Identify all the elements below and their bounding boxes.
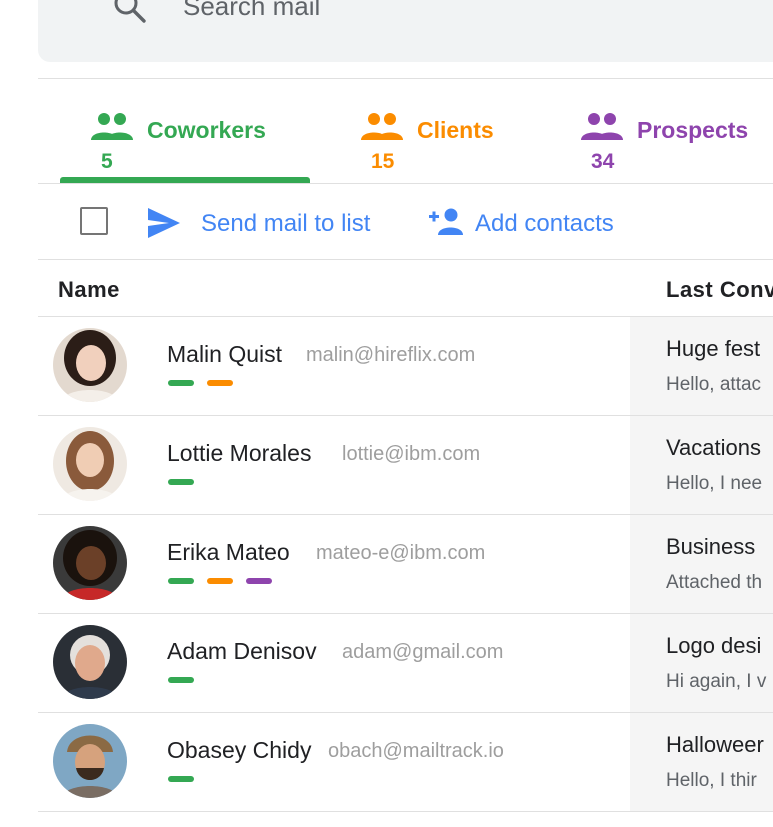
conversation-subject: Halloweer <box>666 732 764 757</box>
conversation-cell <box>630 416 773 514</box>
select-all-checkbox[interactable] <box>80 207 108 235</box>
conversation-subject: Huge fest <box>666 336 761 361</box>
add-person-icon <box>429 208 463 235</box>
coworker-tag <box>168 776 194 782</box>
table-row[interactable]: Erika Mateo mateo-e@ibm.com Business Att… <box>38 515 773 614</box>
avatar <box>53 427 127 501</box>
contact-name: Obasey Chidy <box>167 737 312 763</box>
divider <box>38 259 773 260</box>
tab-count: 34 <box>591 150 615 173</box>
conversation-snippet: Hello, I thir <box>666 770 757 791</box>
conversation-snippet: Attached th <box>666 572 763 593</box>
tab-count: 5 <box>101 150 113 173</box>
contact-email: mateo-e@ibm.com <box>316 542 486 564</box>
avatar <box>53 328 127 402</box>
contact-name: Adam Denisov <box>167 638 317 664</box>
conversation-subject: Vacations <box>666 435 761 460</box>
tab-label: Clients <box>417 117 494 143</box>
people-icon <box>581 113 623 140</box>
conversation-snippet: Hello, I nee <box>666 473 763 494</box>
add-contacts-button[interactable]: Add contacts <box>429 205 644 241</box>
conversation-cell <box>630 713 773 811</box>
send-icon <box>148 208 180 238</box>
column-header-name[interactable]: Name <box>58 277 120 303</box>
people-icon <box>91 113 133 140</box>
search-bar[interactable] <box>38 0 773 62</box>
add-contacts-label: Add contacts <box>475 210 614 237</box>
avatar <box>53 724 127 798</box>
tab-label: Prospects <box>637 117 749 143</box>
tab-label: Coworkers <box>147 117 266 143</box>
contact-email: malin@hireflix.com <box>306 344 476 366</box>
coworker-tag <box>168 578 194 584</box>
contact-email: lottie@ibm.com <box>342 443 481 465</box>
search-icon <box>114 0 146 23</box>
conversation-cell <box>630 515 773 613</box>
column-header-last-conversation[interactable]: Last Conv <box>666 277 773 303</box>
coworker-tag <box>168 677 194 683</box>
divider <box>38 183 773 184</box>
contact-name: Malin Quist <box>167 341 283 367</box>
table-row[interactable]: Lottie Morales lottie@ibm.com Vacations … <box>38 416 773 515</box>
avatar <box>53 625 127 699</box>
search-input[interactable] <box>183 0 683 22</box>
people-icon <box>361 113 403 140</box>
conversation-cell <box>630 317 773 415</box>
avatar <box>53 526 127 600</box>
client-tag <box>207 578 233 584</box>
contact-name: Erika Mateo <box>167 539 290 565</box>
client-tag <box>207 380 233 386</box>
table-row[interactable]: Obasey Chidy obach@mailtrack.io Hallowee… <box>38 713 773 812</box>
tab-count: 15 <box>371 150 395 173</box>
prospect-tag <box>246 578 272 584</box>
coworker-tag <box>168 380 194 386</box>
send-mail-label: Send mail to list <box>201 210 371 237</box>
conversation-snippet: Hi again, I v <box>666 671 767 692</box>
conversation-cell <box>630 614 773 712</box>
table-row[interactable]: Adam Denisov adam@gmail.com Logo desi Hi… <box>38 614 773 713</box>
contact-email: adam@gmail.com <box>342 641 504 663</box>
conversation-subject: Business <box>666 534 756 559</box>
divider <box>38 78 773 79</box>
contact-name: Lottie Morales <box>167 440 312 466</box>
conversation-snippet: Hello, attac <box>666 374 762 395</box>
coworker-tag <box>168 479 194 485</box>
table-row[interactable]: Malin Quist malin@hireflix.com Huge fest… <box>38 317 773 416</box>
conversation-subject: Logo desi <box>666 633 762 658</box>
send-mail-to-list-button[interactable]: Send mail to list <box>147 205 397 241</box>
contact-email: obach@mailtrack.io <box>328 740 504 762</box>
